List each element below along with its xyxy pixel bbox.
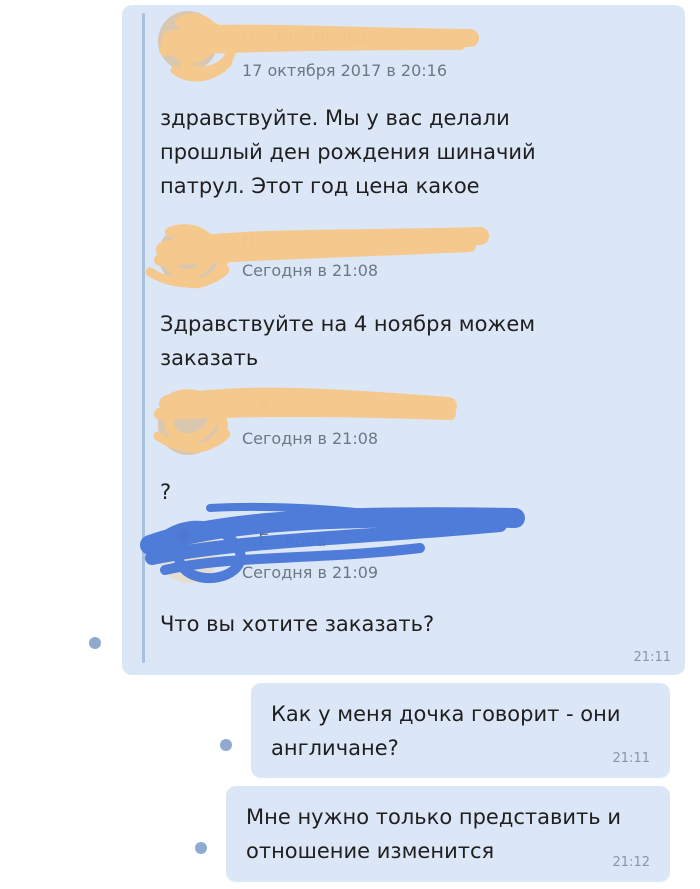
message-date: Сегодня в 21:09: [242, 563, 379, 582]
message-date: Сегодня в 21:08: [242, 429, 379, 448]
message-bubble[interactable]: Как у меня дочка говорит - они англичане…: [251, 683, 670, 778]
message-date: 17 октября 2017 в 20:16: [242, 61, 448, 80]
avatar[interactable]: [158, 11, 218, 71]
sender-name[interactable]: ...Е...кова: [242, 531, 326, 551]
message-text: здравствуйте. Мы у вас делали прошлый де…: [160, 106, 536, 198]
sender-name[interactable]: ...а: [242, 397, 269, 417]
avatar[interactable]: [158, 395, 218, 455]
unread-indicator: [89, 637, 101, 649]
message-text: Мне нужно только представить и отношение…: [246, 805, 621, 863]
message-text: Здравствуйте на 4 ноября можем заказать: [160, 312, 536, 370]
message-text: Что вы хотите заказать?: [160, 612, 435, 636]
forwarded-messages-bubble[interactable]: Н... Ел...йнова 17 октября 2017 в 20:16 …: [122, 5, 685, 675]
message-bubble[interactable]: Мне нужно только представить и отношение…: [226, 786, 670, 882]
chat-screen: { "forwarded": [ { "name": "Н... Ел...йн…: [0, 0, 700, 889]
message-time: 21:12: [612, 855, 650, 870]
message-time: 21:11: [612, 751, 650, 766]
message-text: ?: [160, 480, 172, 504]
sender-name[interactable]: Н... Ел...йнова: [242, 27, 367, 47]
avatar[interactable]: [158, 225, 218, 285]
unread-indicator: [195, 842, 207, 854]
forward-quote-bar: [142, 13, 145, 663]
unread-indicator: [220, 739, 232, 751]
sender-name[interactable]: Н...: [242, 231, 271, 251]
avatar-detail: [176, 529, 190, 543]
message-time: 21:11: [633, 650, 671, 665]
avatar[interactable]: [158, 523, 218, 583]
message-date: Сегодня в 21:08: [242, 261, 379, 280]
message-text: Как у меня дочка говорит - они англичане…: [271, 702, 621, 760]
